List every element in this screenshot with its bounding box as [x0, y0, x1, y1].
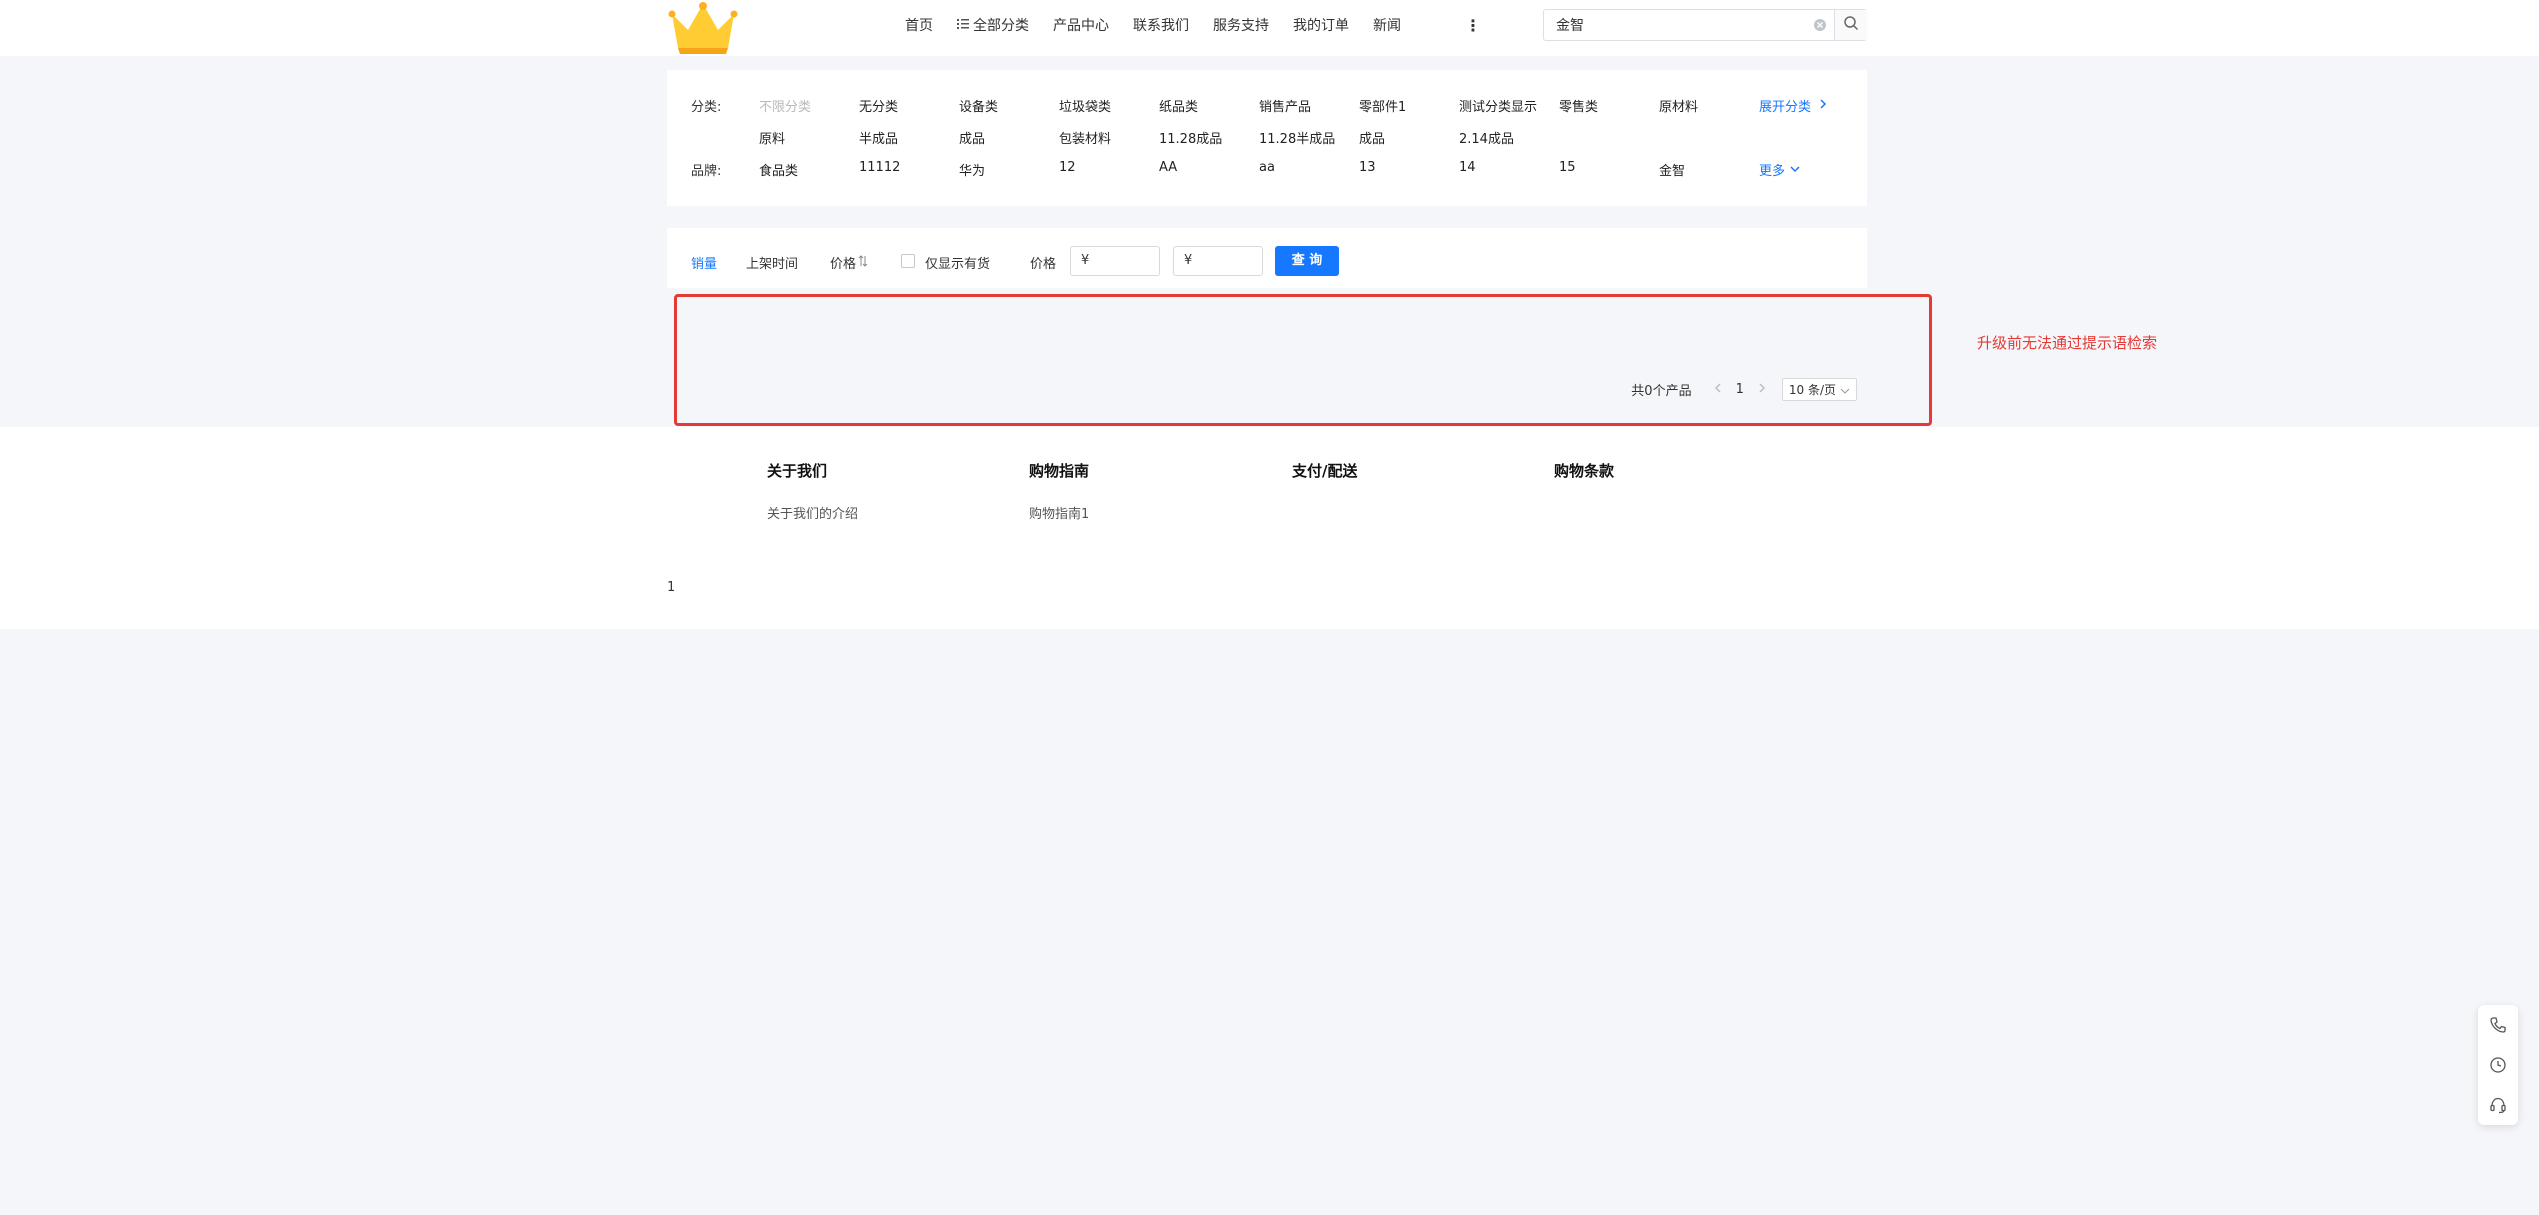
floating-toolbar — [2478, 1005, 2518, 1125]
copyright: 1 — [667, 580, 676, 595]
search-icon — [1843, 15, 1859, 35]
header: 首页 全部分类 产品中心 联系我们 服务支持 我的订单 新闻 ⋮ — [0, 0, 2539, 56]
category-row: 分类: 不限分类 无分类 设备类 垃圾袋类 纸品类 销售产品 零部件1 测试分类… — [691, 96, 1851, 118]
pagination: 共0个产品 1 10 条/页 — [1631, 378, 1857, 401]
search-box — [1543, 9, 1867, 41]
phone-icon[interactable] — [2488, 1015, 2508, 1035]
nav-support[interactable]: 服务支持 — [1213, 15, 1269, 35]
brand-row: 品牌: 食品类 11112 华为 12 AA aa 13 14 15 金智 更多 — [691, 160, 1851, 182]
product-results: 共0个产品 1 10 条/页 — [674, 294, 1932, 426]
nav-all-categories[interactable]: 全部分类 — [957, 15, 1029, 35]
category-option[interactable]: 11.28成品 — [1159, 128, 1222, 147]
brand-option[interactable]: 华为 — [959, 160, 985, 179]
sort-time[interactable]: 上架时间 — [746, 253, 798, 272]
sort-bar: 销量 上架时间 价格 仅显示有货 价格 ¥ ¥ 查 询 — [667, 228, 1867, 288]
footer-column-payment: 支付/配送 — [1292, 460, 1357, 481]
nav-all-categories-label: 全部分类 — [973, 18, 1029, 34]
sort-price[interactable]: 价格 — [830, 253, 868, 272]
list-icon — [957, 17, 969, 33]
brand-option[interactable]: 13 — [1359, 160, 1376, 175]
clear-icon[interactable] — [1812, 17, 1828, 33]
search-input[interactable] — [1544, 10, 1834, 40]
category-option[interactable]: 原材料 — [1659, 96, 1698, 115]
nav-orders[interactable]: 我的订单 — [1293, 15, 1349, 35]
next-page-icon[interactable] — [1758, 382, 1766, 398]
brand-label: 品牌: — [691, 164, 722, 179]
category-option[interactable]: 零售类 — [1559, 96, 1598, 115]
brand-option[interactable]: 15 — [1559, 160, 1576, 175]
crown-logo[interactable] — [668, 0, 738, 54]
price-min-input[interactable]: ¥ — [1070, 246, 1160, 276]
footer-title: 购物条款 — [1554, 462, 1615, 480]
price-label: 价格 — [1030, 257, 1057, 272]
nav-news[interactable]: 新闻 — [1373, 15, 1401, 35]
brand-option[interactable]: 金智 — [1659, 160, 1685, 179]
category-option[interactable]: 原料 — [759, 128, 785, 147]
category-option[interactable]: 不限分类 — [759, 96, 811, 115]
filter-panel: 分类: 不限分类 无分类 设备类 垃圾袋类 纸品类 销售产品 零部件1 测试分类… — [667, 70, 1867, 206]
instock-checkbox[interactable] — [901, 254, 915, 268]
category-option[interactable]: 包装材料 — [1059, 128, 1111, 147]
category-option[interactable]: 销售产品 — [1259, 96, 1311, 115]
chevron-right-icon — [1819, 98, 1827, 114]
sort-arrows-icon — [858, 254, 868, 271]
expand-categories-label: 展开分类 — [1759, 100, 1812, 115]
search-button[interactable] — [1834, 10, 1867, 40]
category-option[interactable]: 设备类 — [959, 96, 998, 115]
clock-icon[interactable] — [2488, 1055, 2508, 1075]
footer-title: 购物指南 — [1029, 462, 1090, 480]
nav-home[interactable]: 首页 — [905, 15, 933, 35]
footer-column-about: 关于我们 关于我们的介绍 — [767, 460, 858, 522]
headset-icon[interactable] — [2488, 1095, 2508, 1115]
category-option[interactable]: 11.28半成品 — [1259, 128, 1335, 147]
category-option[interactable]: 成品 — [959, 128, 985, 147]
footer-link[interactable]: 关于我们的介绍 — [767, 503, 858, 522]
brand-option[interactable]: aa — [1259, 160, 1275, 175]
footer-title: 关于我们 — [767, 462, 828, 480]
category-option[interactable]: 零部件1 — [1359, 96, 1406, 115]
footer-column-terms: 购物条款 — [1554, 460, 1614, 481]
category-option[interactable]: 无分类 — [859, 96, 898, 115]
expand-categories-button[interactable]: 展开分类 — [1759, 96, 1827, 115]
page-size-value: 10 条/页 — [1788, 383, 1836, 397]
brand-option[interactable]: 11112 — [859, 160, 900, 175]
page-size-select[interactable]: 10 条/页 — [1781, 378, 1857, 401]
brand-option[interactable]: 12 — [1059, 160, 1076, 175]
category-label: 分类: — [691, 100, 722, 115]
price-max-input[interactable]: ¥ — [1173, 246, 1263, 276]
category-option[interactable]: 测试分类显示 — [1459, 96, 1537, 115]
more-icon[interactable]: ⋮ — [1465, 16, 1481, 35]
category-option[interactable]: 成品 — [1359, 128, 1385, 147]
nav-contact[interactable]: 联系我们 — [1133, 15, 1189, 35]
prev-page-icon[interactable] — [1714, 382, 1722, 398]
category-option[interactable]: 半成品 — [859, 128, 898, 147]
sort-price-label: 价格 — [830, 257, 857, 272]
footer-link[interactable]: 购物指南1 — [1029, 503, 1089, 522]
category-option[interactable]: 垃圾袋类 — [1059, 96, 1111, 115]
instock-label: 仅显示有货 — [925, 257, 991, 272]
category-option[interactable]: 纸品类 — [1159, 96, 1198, 115]
footer: 关于我们 关于我们的介绍 购物指南 购物指南1 支付/配送 购物条款 1 — [0, 427, 2539, 629]
footer-column-guide: 购物指南 购物指南1 — [1029, 460, 1089, 522]
page-number[interactable]: 1 — [1736, 382, 1744, 397]
category-option[interactable]: 2.14成品 — [1459, 128, 1514, 147]
more-brands-label: 更多 — [1759, 164, 1786, 179]
more-brands-button[interactable]: 更多 — [1759, 160, 1801, 179]
query-button[interactable]: 查 询 — [1275, 246, 1339, 276]
footer-title: 支付/配送 — [1292, 462, 1358, 480]
chevron-down-icon — [1840, 383, 1850, 397]
category-row-2: 原料 半成品 成品 包装材料 11.28成品 11.28半成品 成品 2.14成… — [691, 128, 1851, 150]
chevron-down-icon — [1789, 162, 1801, 177]
annotation-note: 升级前无法通过提示语检索 — [1977, 334, 2158, 352]
brand-option[interactable]: AA — [1159, 160, 1177, 175]
main-nav: 首页 全部分类 产品中心 联系我们 服务支持 我的订单 新闻 ⋮ — [905, 13, 1481, 37]
sort-sales[interactable]: 销量 — [691, 253, 717, 272]
brand-option[interactable]: 14 — [1459, 160, 1476, 175]
total-count: 共0个产品 — [1631, 384, 1692, 399]
brand-option[interactable]: 食品类 — [759, 160, 798, 179]
nav-products[interactable]: 产品中心 — [1053, 15, 1109, 35]
